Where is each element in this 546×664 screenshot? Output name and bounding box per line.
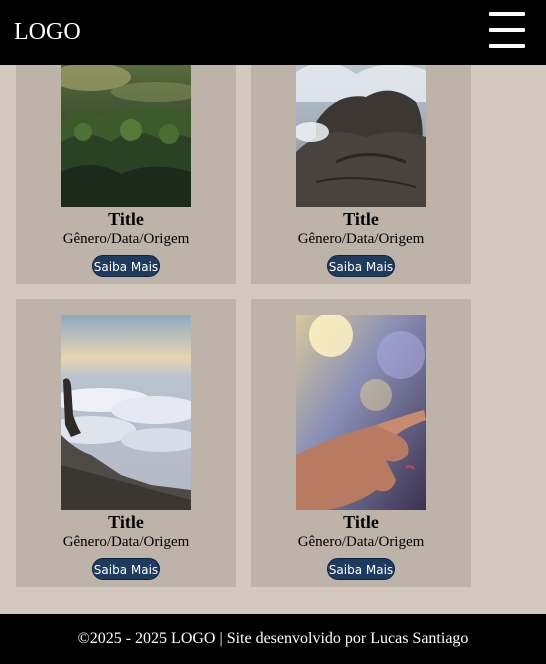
card-image (61, 315, 191, 510)
menu-bar (489, 28, 525, 32)
card-meta: Gênero/Data/Origem (297, 534, 425, 550)
saiba-mais-button[interactable]: Saiba Mais (327, 558, 395, 580)
card-title: Title (343, 209, 379, 229)
saiba-mais-button[interactable]: Saiba Mais (327, 255, 395, 277)
card-title: Title (343, 512, 379, 532)
card-4: Title Gênero/Data/Origem Saiba Mais (251, 299, 471, 587)
menu-bar (489, 12, 525, 16)
footer-text: ©2025 - 2025 LOGO | Site desenvolvido po… (77, 630, 469, 647)
navbar: LOGO (0, 0, 546, 65)
hamburger-menu-icon[interactable] (489, 12, 525, 48)
footer: ©2025 - 2025 LOGO | Site desenvolvido po… (0, 614, 546, 664)
logo[interactable]: LOGO (14, 17, 81, 47)
card-meta: Gênero/Data/Origem (62, 231, 190, 247)
menu-bar (489, 44, 525, 48)
card-title: Title (108, 512, 144, 532)
card-meta: Gênero/Data/Origem (297, 231, 425, 247)
card-image (296, 315, 426, 510)
card-title: Title (108, 209, 144, 229)
saiba-mais-button[interactable]: Saiba Mais (92, 255, 160, 277)
card-3: Title Gênero/Data/Origem Saiba Mais (16, 299, 236, 587)
saiba-mais-button[interactable]: Saiba Mais (92, 558, 160, 580)
card-meta: Gênero/Data/Origem (62, 534, 190, 550)
